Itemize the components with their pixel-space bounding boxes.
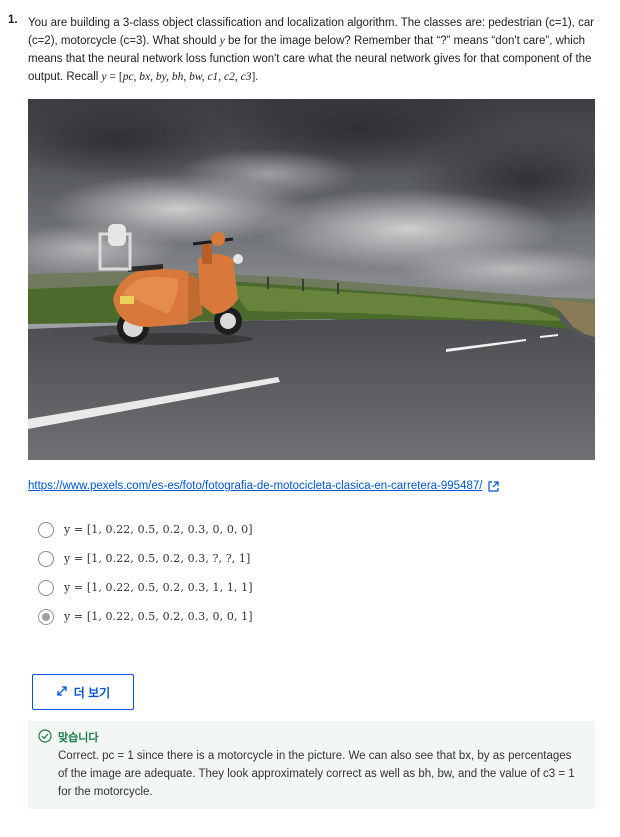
show-more-label: 더 보기 [73, 685, 111, 700]
radio-button[interactable] [38, 550, 54, 567]
option-label: y = [1, 0.22, 0.5, 0.2, 0.3, 1, 1, 1] [64, 581, 253, 594]
radio-button[interactable] [38, 579, 54, 596]
recall-formula: y = [pc, bx, by, bh, bw, c1, c2, c3]. [102, 71, 259, 83]
option-label: y = [1, 0.22, 0.5, 0.2, 0.3, ?, ?, 1] [64, 552, 251, 565]
expand-arrows-icon [56, 685, 68, 700]
formula-vars: pc, bx, by, bh, bw, c1, c2, c3 [122, 71, 252, 83]
external-link-icon[interactable] [488, 480, 500, 492]
formula-eq: = [ [106, 71, 123, 83]
radio-button[interactable] [38, 521, 54, 538]
feedback-header: 맞습니다 [38, 728, 583, 746]
formula-end: ]. [251, 71, 259, 83]
option-1[interactable]: y = [1, 0.22, 0.5, 0.2, 0.3, 0, 0, 0] [38, 515, 253, 544]
option-label: y = [1, 0.22, 0.5, 0.2, 0.3, 0, 0, 1] [64, 610, 253, 623]
feedback-text: Correct. pc = 1 since there is a motorcy… [58, 750, 575, 798]
radio-button-selected[interactable] [38, 608, 54, 625]
option-label: y = [1, 0.22, 0.5, 0.2, 0.3, 0, 0, 0] [64, 523, 253, 536]
check-circle-icon [38, 728, 52, 746]
question-image [28, 99, 595, 460]
image-source-url[interactable]: https://www.pexels.com/es-es/foto/fotogr… [28, 480, 482, 492]
scooter-photo [28, 99, 595, 460]
image-source-link[interactable]: https://www.pexels.com/es-es/foto/fotogr… [28, 480, 500, 492]
question-number: 1. [8, 14, 18, 26]
option-3[interactable]: y = [1, 0.22, 0.5, 0.2, 0.3, 1, 1, 1] [38, 573, 253, 602]
show-more-button[interactable]: 더 보기 [32, 674, 134, 710]
option-4[interactable]: y = [1, 0.22, 0.5, 0.2, 0.3, 0, 0, 1] [38, 602, 253, 631]
feedback-panel: 맞습니다 Correct. pc = 1 since there is a mo… [28, 721, 595, 809]
feedback-status: 맞습니다 [58, 732, 99, 744]
answer-options: y = [1, 0.22, 0.5, 0.2, 0.3, 0, 0, 0] y … [38, 515, 253, 631]
option-2[interactable]: y = [1, 0.22, 0.5, 0.2, 0.3, ?, ?, 1] [38, 544, 253, 573]
question-text: You are building a 3-class object classi… [28, 14, 598, 86]
